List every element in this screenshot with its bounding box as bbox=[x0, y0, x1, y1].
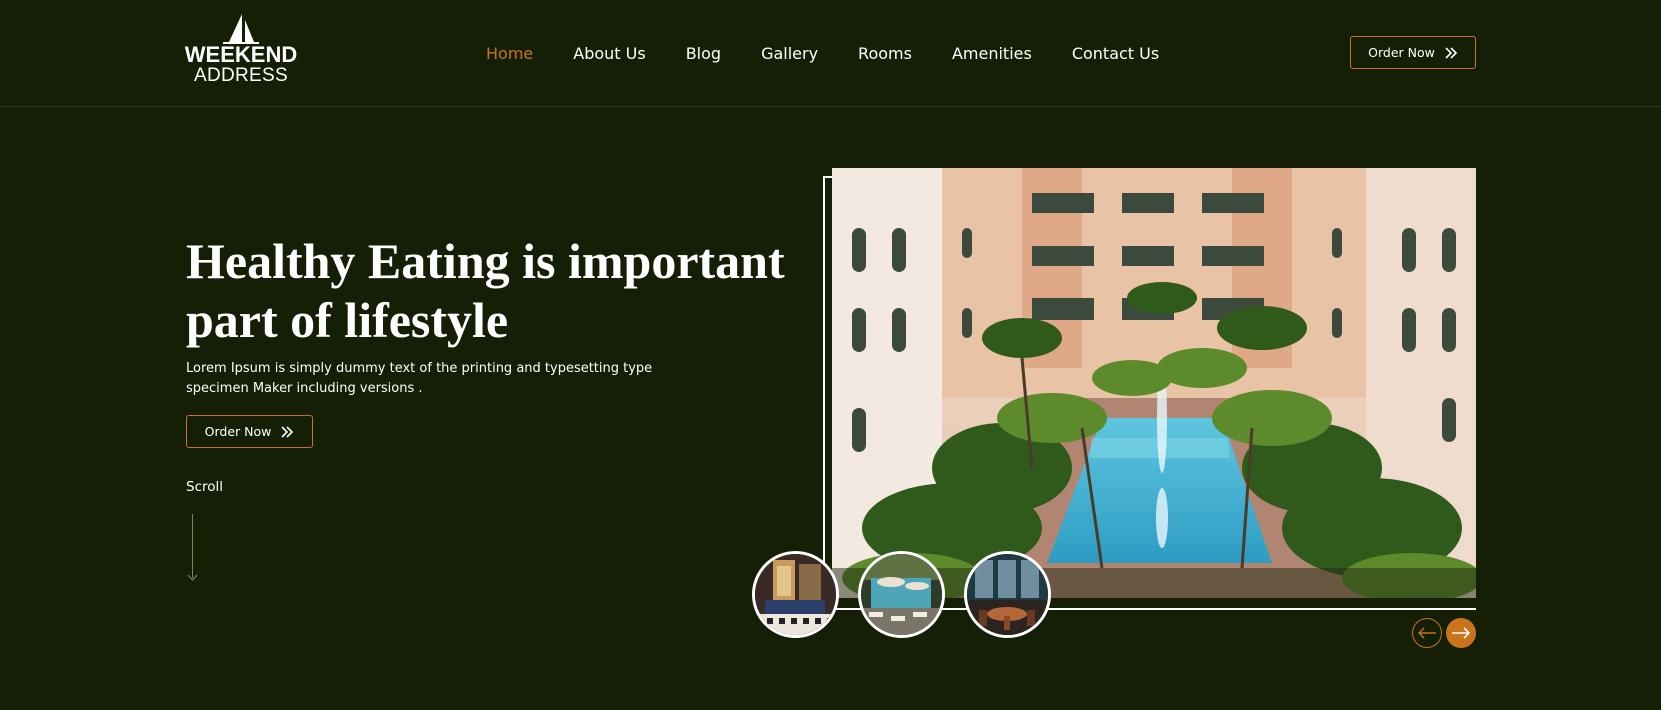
site-header: WEEKEND ADDRESS Home About Us Blog Galle… bbox=[0, 0, 1661, 107]
nav-item-rooms[interactable]: Rooms bbox=[858, 44, 912, 63]
dining-room-thumbnail[interactable] bbox=[964, 551, 1051, 638]
nav-item-amenities[interactable]: Amenities bbox=[952, 44, 1032, 63]
nav-item-blog[interactable]: Blog bbox=[686, 44, 721, 63]
arrow-right-icon bbox=[1452, 627, 1471, 639]
nav-item-contact-us[interactable]: Contact Us bbox=[1072, 44, 1159, 63]
carousel-next-button[interactable] bbox=[1446, 618, 1476, 648]
hero-title: Healthy Eating is important part of life… bbox=[186, 233, 785, 348]
logo-text-bottom: ADDRESS bbox=[194, 65, 288, 86]
double-chevron-right-icon bbox=[1445, 46, 1457, 59]
carousel-prev-button[interactable] bbox=[1412, 618, 1442, 648]
hero-order-now-button[interactable]: Order Now bbox=[186, 415, 313, 448]
hotel-courtyard-pool-image bbox=[832, 168, 1476, 598]
hero-description: Lorem Ipsum is simply dummy text of the … bbox=[186, 361, 653, 396]
hotel-lobby-thumbnail[interactable] bbox=[752, 551, 839, 638]
image-frame-left bbox=[823, 176, 825, 610]
scroll-label[interactable]: Scroll bbox=[186, 479, 223, 495]
arrow-left-icon bbox=[1418, 627, 1436, 639]
header-order-now-label: Order Now bbox=[1368, 45, 1435, 60]
double-chevron-right-icon bbox=[281, 425, 294, 438]
sailboat-icon bbox=[223, 14, 259, 44]
nav-item-about-us[interactable]: About Us bbox=[573, 44, 645, 63]
scroll-line bbox=[192, 514, 193, 578]
pool-deck-thumbnail[interactable] bbox=[858, 551, 945, 638]
hero-order-now-label: Order Now bbox=[204, 424, 272, 439]
nav-item-gallery[interactable]: Gallery bbox=[761, 44, 818, 63]
header-order-now-button[interactable]: Order Now bbox=[1350, 36, 1476, 69]
logo-text-top: WEEKEND bbox=[184, 42, 298, 67]
arrow-down-icon[interactable] bbox=[187, 572, 198, 583]
logo[interactable]: WEEKEND ADDRESS bbox=[184, 12, 298, 88]
main-nav: Home About Us Blog Gallery Rooms Ameniti… bbox=[486, 40, 1159, 66]
nav-item-home[interactable]: Home bbox=[486, 44, 533, 63]
